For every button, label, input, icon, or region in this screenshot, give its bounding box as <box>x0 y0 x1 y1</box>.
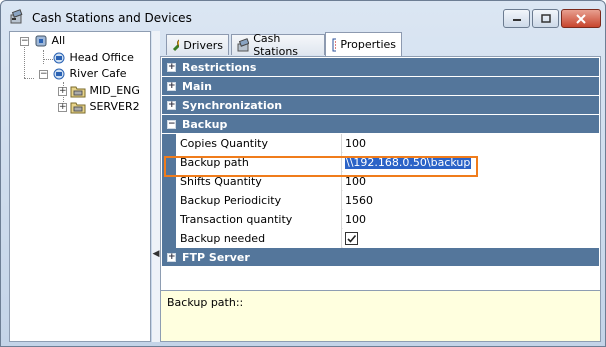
tab-strip: Drivers Cash Stations Properties <box>160 31 601 58</box>
close-button[interactable] <box>561 9 601 28</box>
network-node-icon <box>35 35 47 47</box>
category-label: Main <box>182 79 212 93</box>
category-label: Synchronization <box>182 98 283 112</box>
expander-root[interactable]: − <box>20 37 29 46</box>
main-window: Cash Stations and Devices − All Head Off… <box>0 0 606 347</box>
description-panel: Backup path:: <box>160 290 601 342</box>
network-node-icon <box>53 52 65 64</box>
collapse-arrow-icon[interactable]: ◀ <box>152 245 160 263</box>
category-label: FTP Server <box>182 250 250 264</box>
tree-label-head-office: Head Office <box>69 51 134 64</box>
checkmark-icon <box>347 234 357 243</box>
expander-river-cafe[interactable]: − <box>39 70 48 79</box>
close-icon <box>576 13 586 24</box>
category-label: Backup <box>182 117 228 131</box>
prop-name: Backup Periodicity <box>176 191 342 210</box>
properties-icon <box>332 38 337 51</box>
row-gutter <box>162 153 176 172</box>
tab-properties[interactable]: Properties <box>325 32 402 56</box>
prop-name: Transaction quantity <box>176 210 342 229</box>
prop-value[interactable]: 100 <box>343 134 599 153</box>
maximize-icon <box>540 14 551 23</box>
prop-name: Backup needed <box>176 229 342 248</box>
minimize-button[interactable] <box>503 9 530 28</box>
tree-label-mid-eng: MID_ENG <box>89 84 140 97</box>
cash-station-icon <box>9 9 25 25</box>
expand-icon[interactable]: + <box>167 62 176 72</box>
tab-label-cash-stations: Cash Stations <box>253 32 299 58</box>
property-grid[interactable]: + Restrictions + Main + Synchronization … <box>160 56 601 315</box>
device-tree[interactable]: − All Head Office − River Cafe + MID_ENG… <box>9 31 151 342</box>
window-title: Cash Stations and Devices <box>32 11 192 25</box>
category-backup[interactable]: − Backup <box>162 115 599 133</box>
expand-icon[interactable]: + <box>167 81 176 91</box>
category-restrictions[interactable]: + Restrictions <box>162 58 599 76</box>
category-main[interactable]: + Main <box>162 77 599 95</box>
category-ftp-server[interactable]: + FTP Server <box>162 248 599 266</box>
title-bar[interactable]: Cash Stations and Devices <box>1 1 605 31</box>
network-node-icon <box>53 68 65 80</box>
tab-label-drivers: Drivers <box>183 38 223 52</box>
tree-node-head-office[interactable]: Head Office <box>52 51 134 65</box>
tree-node-river-cafe[interactable]: River Cafe <box>52 67 127 81</box>
category-synchronization[interactable]: + Synchronization <box>162 96 599 114</box>
prop-name: Copies Quantity <box>176 134 342 153</box>
row-gutter <box>162 172 176 191</box>
prop-row-transaction-quantity[interactable]: Transaction quantity 100 <box>162 210 599 229</box>
category-label: Restrictions <box>182 60 257 74</box>
tree-label-all: All <box>51 34 66 47</box>
expand-icon[interactable]: + <box>167 252 176 262</box>
drivers-icon <box>172 39 180 52</box>
prop-value[interactable]: 100 <box>343 172 599 191</box>
tab-drivers[interactable]: Drivers <box>166 34 229 55</box>
backup-path-field[interactable]: \\192.168.0.50\backup <box>343 153 599 172</box>
prop-value[interactable] <box>343 229 599 248</box>
collapse-icon[interactable]: − <box>167 119 176 129</box>
prop-row-copies-quantity[interactable]: Copies Quantity 100 <box>162 134 599 153</box>
cash-station-icon <box>237 38 250 52</box>
folder-device-icon <box>70 86 86 98</box>
prop-row-shifts-quantity[interactable]: Shifts Quantity 100 <box>162 172 599 191</box>
maximize-button[interactable] <box>532 9 559 28</box>
panel-splitter[interactable]: ◀ <box>152 31 160 342</box>
prop-value[interactable]: 1560 <box>343 191 599 210</box>
row-gutter <box>162 229 176 248</box>
row-gutter <box>162 191 176 210</box>
prop-name: Shifts Quantity <box>176 172 342 191</box>
tree-node-all[interactable]: All <box>34 34 65 48</box>
tab-cash-stations[interactable]: Cash Stations <box>231 32 325 58</box>
tab-label-properties: Properties <box>340 38 396 51</box>
right-panel: Drivers Cash Stations Properties + Restr… <box>160 31 601 342</box>
minimize-icon <box>512 18 521 21</box>
backup-needed-checkbox[interactable] <box>345 232 358 245</box>
selected-text: \\192.168.0.50\backup <box>345 156 472 169</box>
prop-value[interactable]: 100 <box>343 210 599 229</box>
tree-node-server2[interactable]: SERVER2 <box>70 100 140 114</box>
folder-device-icon <box>70 102 86 114</box>
expander-mid-eng[interactable]: + <box>58 87 67 96</box>
row-gutter <box>162 134 176 153</box>
tree-node-mid-eng[interactable]: MID_ENG <box>70 84 140 98</box>
prop-row-backup-needed[interactable]: Backup needed <box>162 229 599 248</box>
prop-name: Backup path <box>176 153 342 172</box>
expand-icon[interactable]: + <box>167 100 176 110</box>
tree-label-river-cafe: River Cafe <box>69 67 127 80</box>
expander-server2[interactable]: + <box>58 103 67 112</box>
row-gutter <box>162 210 176 229</box>
prop-row-backup-path[interactable]: Backup path \\192.168.0.50\backup <box>162 153 599 172</box>
tree-label-server2: SERVER2 <box>89 100 140 113</box>
description-text: Backup path:: <box>167 296 244 309</box>
prop-row-backup-periodicity[interactable]: Backup Periodicity 1560 <box>162 191 599 210</box>
